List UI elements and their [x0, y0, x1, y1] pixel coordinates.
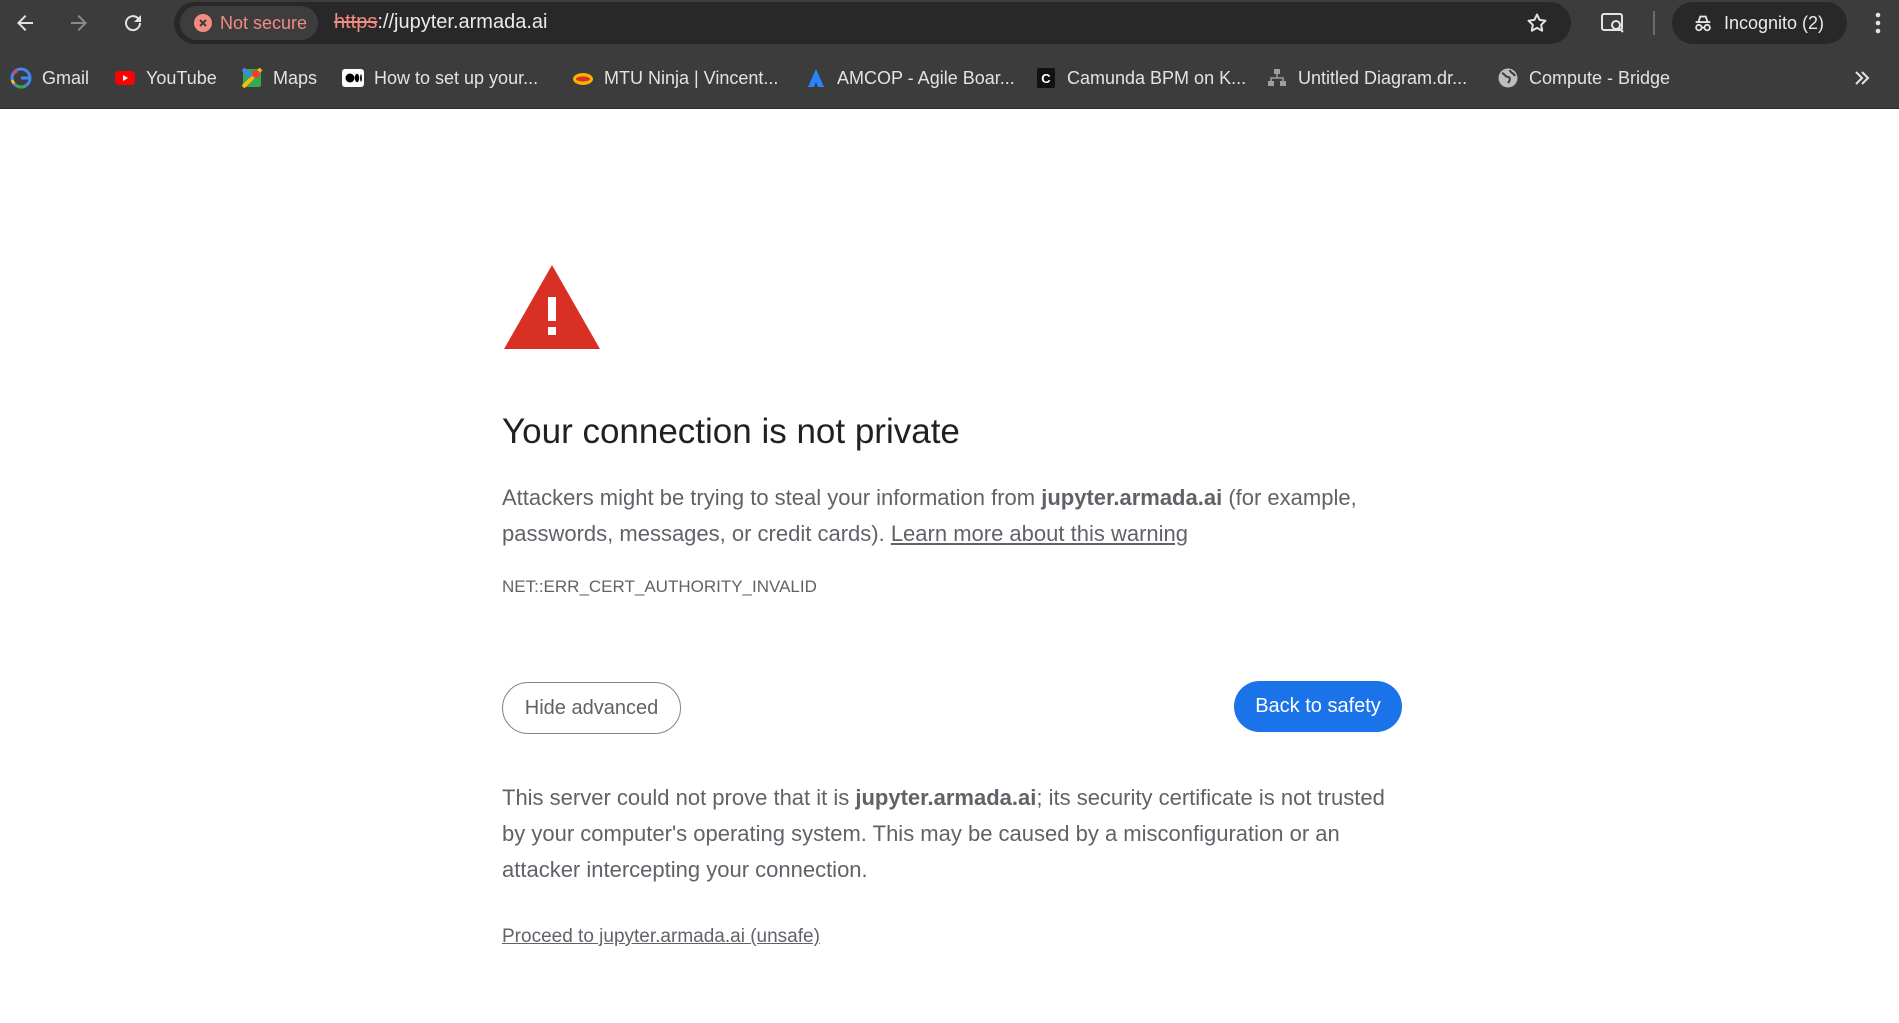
desc-text-before: Attackers might be trying to steal your … [502, 485, 1042, 510]
proceed-unsafe-link[interactable]: Proceed to jupyter.armada.ai (unsafe) [502, 926, 820, 948]
tab-search-icon[interactable] [1599, 9, 1627, 37]
bookmark-label: How to set up your... [374, 67, 539, 88]
url-host: ://jupyter.armada.ai [377, 11, 548, 33]
bookmark-compute-bridge[interactable]: Compute - Bridge [1497, 64, 1670, 92]
security-label: Not secure [220, 12, 308, 33]
incognito-label: Incognito (2) [1724, 12, 1825, 33]
incognito-icon [1695, 15, 1711, 32]
bookmark-star-icon[interactable] [1525, 11, 1549, 35]
bookmark-amcop[interactable]: AMCOP - Agile Boar... [805, 64, 1015, 92]
medium-icon [342, 67, 364, 89]
back-to-safety-button[interactable]: Back to safety [1234, 681, 1402, 732]
maps-icon [241, 67, 263, 89]
url-text[interactable]: https://jupyter.armada.ai [334, 11, 547, 34]
warning-triangle-icon [504, 265, 600, 349]
bookmark-label: YouTube [146, 67, 217, 88]
arrow-right-icon [71, 15, 87, 31]
details-hostname: jupyter.armada.ai [855, 785, 1037, 810]
arrow-left-icon [17, 15, 33, 31]
bookmark-untitled-diagram[interactable]: Untitled Diagram.dr... [1266, 64, 1467, 92]
warning-description: Attackers might be trying to steal your … [502, 480, 1412, 552]
address-bar[interactable]: Not secure https://jupyter.armada.ai [174, 2, 1571, 44]
bookmark-youtube[interactable]: YouTube [114, 64, 217, 92]
kebab-menu-icon[interactable] [1866, 9, 1890, 37]
browser-toolbar: Not secure https://jupyter.armada.ai Inc… [0, 0, 1899, 46]
reload-button[interactable] [110, 0, 156, 46]
bookmark-label: Compute - Bridge [1529, 67, 1671, 88]
reload-icon [125, 15, 142, 32]
security-chip[interactable]: Not secure [180, 6, 318, 40]
ninja-icon [572, 67, 594, 89]
google-icon [10, 67, 32, 89]
diagram-icon [1266, 67, 1288, 89]
bookmark-camunda[interactable]: C Camunda BPM on K... [1035, 64, 1246, 92]
bookmark-mtu-ninja[interactable]: MTU Ninja | Vincent... [572, 64, 778, 92]
forward-button[interactable] [56, 0, 102, 46]
svg-text:C: C [1041, 71, 1051, 86]
bookmark-label: Maps [273, 67, 318, 88]
bookmark-label: Gmail [42, 67, 90, 88]
atlassian-icon [805, 67, 827, 89]
globe-icon [1497, 67, 1519, 89]
camunda-icon: C [1035, 67, 1057, 89]
not-secure-icon [194, 14, 212, 32]
double-chevron-right-icon[interactable] [1848, 64, 1876, 92]
bookmark-label: Camunda BPM on K... [1067, 67, 1247, 88]
bookmark-gmail[interactable]: Gmail [10, 64, 89, 92]
desc-hostname: jupyter.armada.ai [1041, 485, 1223, 510]
error-code: NET::ERR_CERT_AUTHORITY_INVALID [502, 577, 817, 596]
details-text-before: This server could not prove that it is [502, 785, 856, 810]
page-title: Your connection is not private [502, 412, 960, 451]
youtube-icon [114, 67, 136, 89]
bookmark-maps[interactable]: Maps [241, 64, 317, 92]
url-scheme: https [334, 11, 378, 33]
advanced-details: This server could not prove that it is j… [502, 780, 1412, 888]
bookmarks-bar: Gmail YouTube Maps How to set up your...… [0, 46, 1899, 109]
back-button[interactable] [2, 0, 48, 46]
toolbar-divider [1653, 11, 1655, 35]
bookmark-label: MTU Ninja | Vincent... [604, 67, 779, 88]
incognito-button[interactable]: Incognito (2) [1672, 2, 1847, 44]
bookmark-medium[interactable]: How to set up your... [342, 64, 538, 92]
hide-advanced-button[interactable]: Hide advanced [502, 682, 681, 734]
learn-more-link[interactable]: Learn more about this warning [891, 521, 1188, 546]
bookmark-label: Untitled Diagram.dr... [1298, 67, 1468, 88]
bookmark-label: AMCOP - Agile Boar... [837, 67, 1015, 88]
